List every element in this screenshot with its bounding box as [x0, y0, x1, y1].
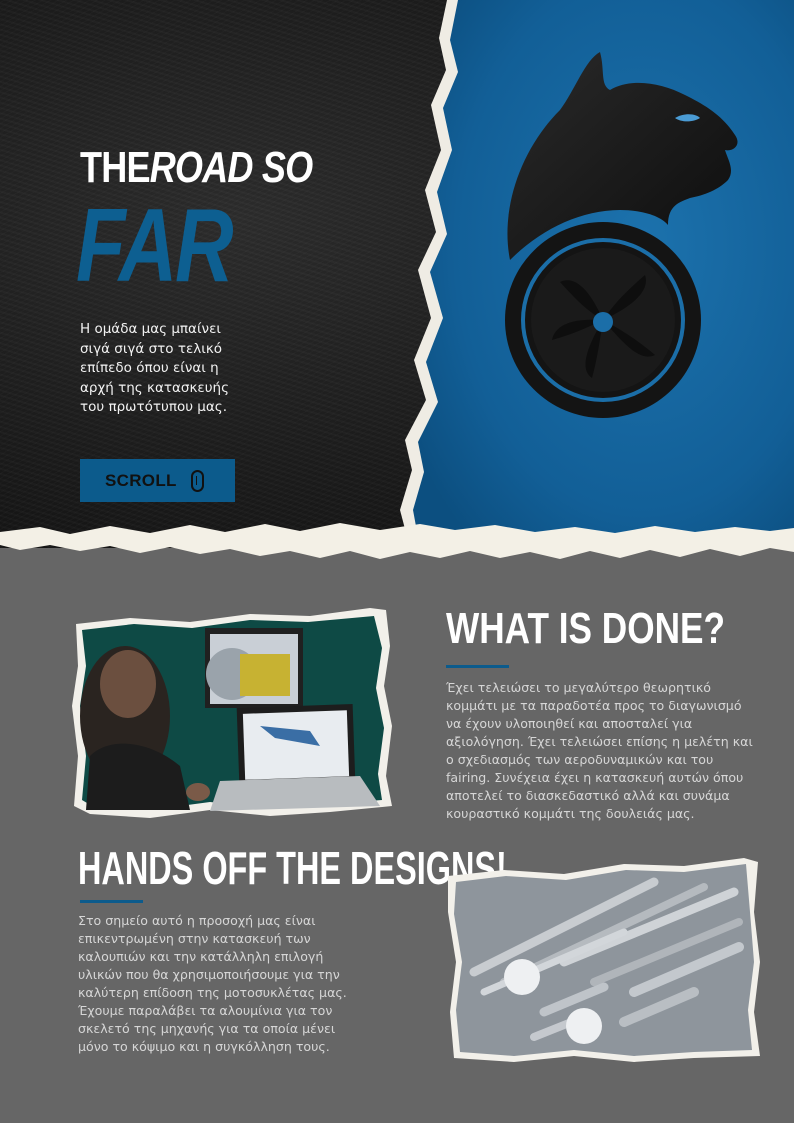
- hero-tagline: THEROAD SO: [80, 143, 313, 193]
- tagline-plain: THE: [80, 143, 151, 192]
- hero-title: FAR: [76, 188, 234, 304]
- scroll-button[interactable]: SCROLL: [80, 459, 235, 502]
- hands-off-accent-line: [80, 900, 143, 903]
- mouse-scroll-icon: [190, 469, 204, 492]
- what-is-done-heading: WHAT IS DONE?: [446, 604, 725, 653]
- workstation-photo: [72, 608, 392, 818]
- tagline-italic: ROAD SO: [149, 143, 313, 192]
- hands-off-body: Στο σημείο αυτό η προσοχή μας είναι επικ…: [78, 913, 347, 1054]
- scroll-button-label: SCROLL: [105, 470, 177, 490]
- what-is-done-accent-line: [446, 665, 509, 668]
- torn-paper-divider: [0, 523, 794, 559]
- aluminium-tubes-photo: [448, 858, 760, 1062]
- hands-off-heading: HANDS OFF THE DESIGNS!: [78, 842, 507, 894]
- what-is-done-body: Έχει τελειώσει το μεγαλύτερο θεωρητικό κ…: [446, 680, 753, 821]
- hero-intro-text: Η ομάδα μας μπαίνει σιγά σιγά στο τελικό…: [80, 321, 229, 415]
